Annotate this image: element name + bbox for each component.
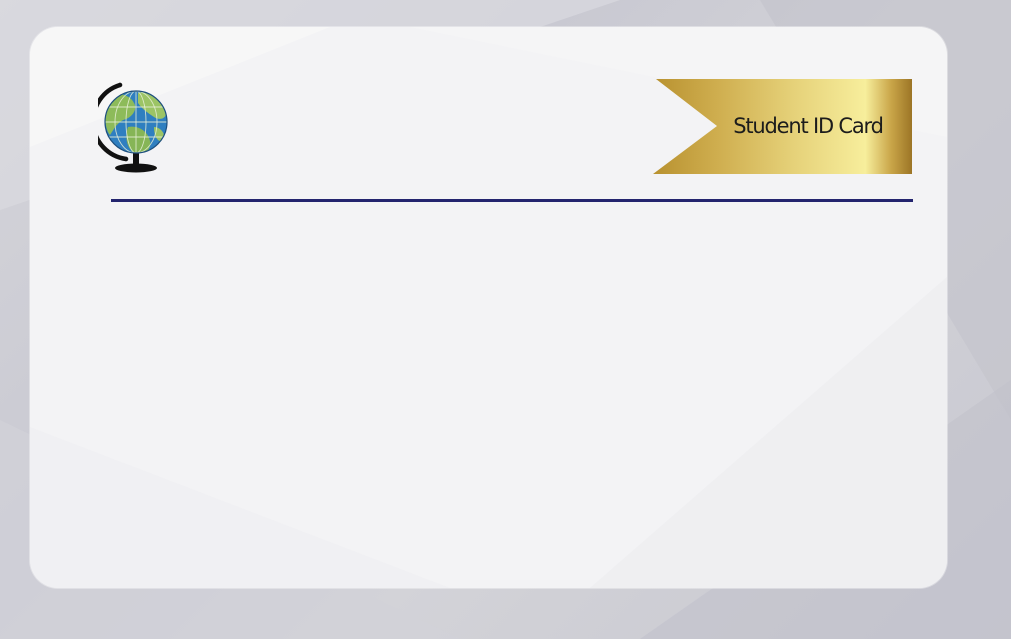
title-ribbon: Student ID Card [653,79,912,174]
card-title: Student ID Card [733,114,884,138]
id-card: Student ID Card [30,27,947,588]
header-divider [111,199,913,202]
globe-icon [90,79,172,173]
